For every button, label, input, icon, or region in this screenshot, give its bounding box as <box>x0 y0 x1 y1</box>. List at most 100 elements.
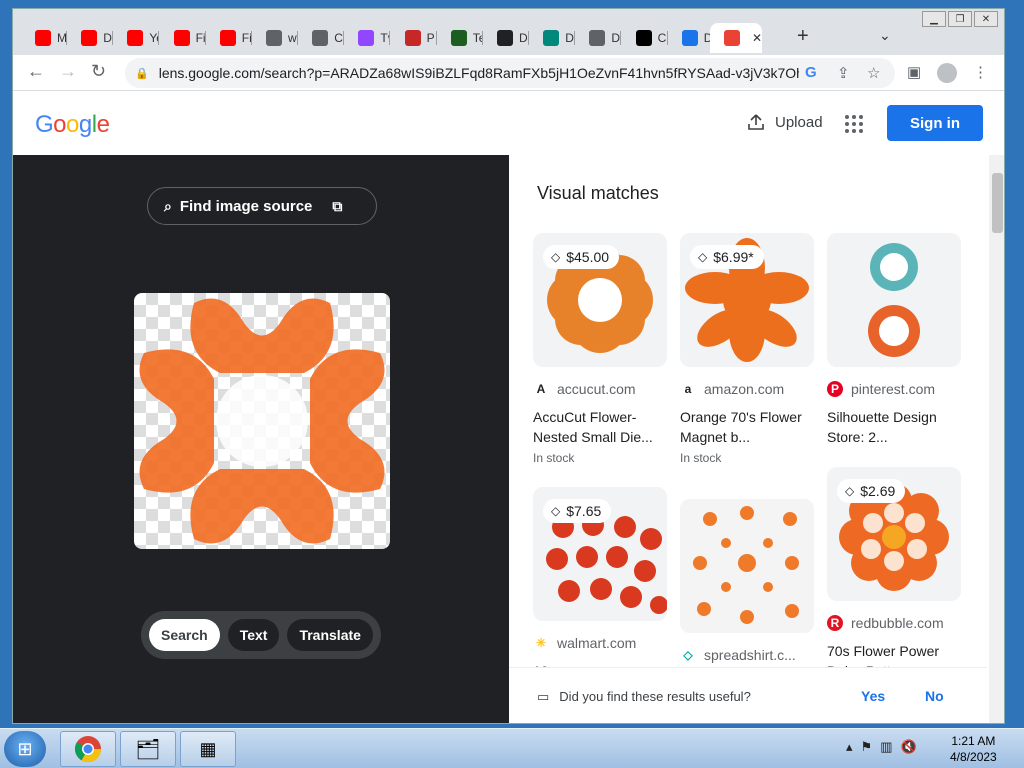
results-pane: Visual matches ◇ $45.00 Aaccucut.com AccuCu… <box>509 155 987 723</box>
text-mode-button[interactable]: Text <box>227 619 280 651</box>
browser-tab[interactable]: Fi <box>160 23 206 53</box>
search-mode-button[interactable]: Search <box>149 619 220 651</box>
back-arrow-icon[interactable]: ← <box>27 61 45 82</box>
reload-icon[interactable]: ↻ <box>91 61 106 82</box>
globe-icon <box>589 30 606 46</box>
forward-arrow-icon[interactable]: → <box>59 61 77 82</box>
browser-tab[interactable]: C <box>622 23 668 53</box>
youtube-icon <box>173 30 190 46</box>
result-card[interactable]: ◇ $45.00 Aaccucut.com AccuCut Flower-Nested… <box>533 233 667 465</box>
result-card[interactable]: ◇$7.65✳walmart.com10pcs <box>533 487 667 667</box>
chrome-taskbar-button[interactable] <box>60 731 116 767</box>
browser-tab[interactable]: D <box>483 23 529 53</box>
browser-tab[interactable]: D <box>668 23 714 53</box>
sign-in-button[interactable]: Sign in <box>887 105 983 141</box>
network-icon[interactable]: ▥ <box>880 739 892 755</box>
feedback-no-button[interactable]: No <box>925 688 944 704</box>
youtube-icon <box>127 30 144 46</box>
browser-tab[interactable]: D <box>575 23 622 53</box>
price-tag-icon: ◇ <box>845 484 855 498</box>
orange-flower-image <box>139 298 385 544</box>
source-name: pinterest.com <box>851 381 936 397</box>
results-scrollbar[interactable] <box>989 155 1004 723</box>
bookmark-star-icon[interactable]: ☆ <box>867 64 880 82</box>
price-badge: ◇ $7.65 <box>543 499 612 523</box>
result-thumbnail[interactable] <box>680 499 814 633</box>
clock-time: 1:21 AM <box>951 734 996 748</box>
browser-tab[interactable]: Fi <box>206 23 252 53</box>
result-source[interactable]: Rredbubble.com <box>827 615 961 631</box>
browser-tab[interactable]: D <box>67 23 114 53</box>
tab-active[interactable]: ✕ <box>710 23 762 53</box>
result-card[interactable]: ◇ spreadshirt.c... <box>680 499 814 663</box>
pinterest-icon: P <box>827 381 843 397</box>
lens-mode-selector: Search Text Translate <box>141 611 381 659</box>
result-card[interactable]: Ppinterest.com Silhouette Design Store: 2… <box>827 233 961 447</box>
tab-search-chevron-icon[interactable]: ⌄ <box>879 27 891 44</box>
file-explorer-taskbar-button[interactable]: 🗂 <box>120 731 176 767</box>
volume-muted-icon[interactable]: 🔇 <box>900 739 916 755</box>
address-bar[interactable]: 🔒 lens.google.com/search?p=ARADZa68wIS9i… <box>125 58 895 88</box>
browser-tab[interactable]: C <box>298 23 345 53</box>
result-source[interactable]: ◇ spreadshirt.c... <box>680 647 814 663</box>
browser-tab[interactable]: Tv <box>344 23 391 53</box>
result-source[interactable]: ✳ walmart.com <box>533 635 667 651</box>
clock[interactable]: 1:21 AM 4/8/2023 <box>950 733 997 765</box>
clock-date: 4/8/2023 <box>950 750 997 764</box>
query-image[interactable] <box>134 293 390 549</box>
feedback-yes-button[interactable]: Yes <box>861 688 885 704</box>
google-logo[interactable]: Google <box>35 111 110 139</box>
result-thumbnail[interactable]: ◇ $6.99* <box>680 233 814 367</box>
find-image-source-button[interactable]: ⌕ Find image source ⧉ <box>147 187 377 225</box>
google-apps-icon[interactable] <box>845 115 863 133</box>
chrome-icon <box>74 736 102 763</box>
upload-icon <box>748 114 764 130</box>
result-source[interactable]: Ppinterest.com <box>827 381 961 397</box>
result-thumbnail[interactable] <box>827 233 961 367</box>
profile-avatar[interactable] <box>937 63 957 83</box>
control-panel-taskbar-button[interactable]: ▦ <box>180 731 236 767</box>
result-card[interactable]: ◇ $6.99* a amazon.com Orange 70's Flower Mag… <box>680 233 814 465</box>
image-pane: ⌕ Find image source ⧉ Search Text Transl… <box>13 155 509 723</box>
browser-tab[interactable]: Te <box>437 23 483 53</box>
new-tab-button[interactable]: + <box>797 25 809 48</box>
close-window-button[interactable]: ✕ <box>974 11 998 27</box>
maximize-button[interactable]: ❐ <box>948 11 972 27</box>
result-title[interactable]: Silhouette Design Store: 2... <box>827 407 961 447</box>
result-title[interactable]: 70s Flower Power Daisy Pattern... <box>827 641 961 667</box>
price-badge: ◇ $2.69 <box>837 479 906 503</box>
amazon-icon: a <box>684 382 692 396</box>
browser-tab[interactable]: w <box>252 23 298 53</box>
google-lens-g-icon[interactable]: G <box>805 64 817 81</box>
result-thumbnail[interactable]: ◇ $45.00 <box>533 233 667 367</box>
minimize-button[interactable]: ▁ <box>922 11 946 27</box>
lens-search-icon: ⌕ <box>164 197 172 214</box>
flag-icon[interactable]: ⚑ <box>861 739 873 755</box>
browser-tab[interactable]: Yo <box>113 23 160 53</box>
translate-mode-button[interactable]: Translate <box>287 619 373 651</box>
spreadshirt-icon: ◇ <box>683 648 693 662</box>
result-thumbnail[interactable]: ◇ $2.69 <box>827 467 961 601</box>
browser-tab[interactable]: M <box>21 23 67 53</box>
browser-tab[interactable]: D <box>529 23 576 53</box>
price-badge: ◇ $6.99* <box>690 245 764 269</box>
folder-icon: 🗂 <box>135 738 161 761</box>
upload-button[interactable]: Upload <box>747 113 823 131</box>
result-source[interactable]: Aaccucut.com <box>533 381 667 397</box>
result-thumbnail[interactable]: ◇ $7.65 <box>533 487 667 621</box>
result-source[interactable]: a amazon.com <box>680 381 814 397</box>
start-button[interactable]: ⊞ <box>4 731 46 767</box>
result-title[interactable]: Orange 70's Flower Magnet b... <box>680 407 814 447</box>
source-name: walmart.com <box>557 635 637 651</box>
price-text: $7.65 <box>566 503 602 519</box>
browser-tab[interactable]: P <box>391 23 437 53</box>
open-external-icon: ⧉ <box>332 197 343 214</box>
result-title[interactable]: AccuCut Flower-Nested Small Die... <box>533 407 667 447</box>
close-tab-icon[interactable]: ✕ <box>752 31 762 45</box>
more-menu-icon[interactable]: ⋮ <box>973 63 988 81</box>
price-tag-icon: ◇ <box>698 250 708 264</box>
tray-expand-icon[interactable]: ▴ <box>846 739 853 755</box>
result-card[interactable]: ◇ $2.69 Rredbubble.com 70s Flower Power Dai… <box>827 467 961 667</box>
side-panel-icon[interactable]: ▣ <box>907 63 921 81</box>
share-icon[interactable]: ⇪ <box>837 64 850 82</box>
